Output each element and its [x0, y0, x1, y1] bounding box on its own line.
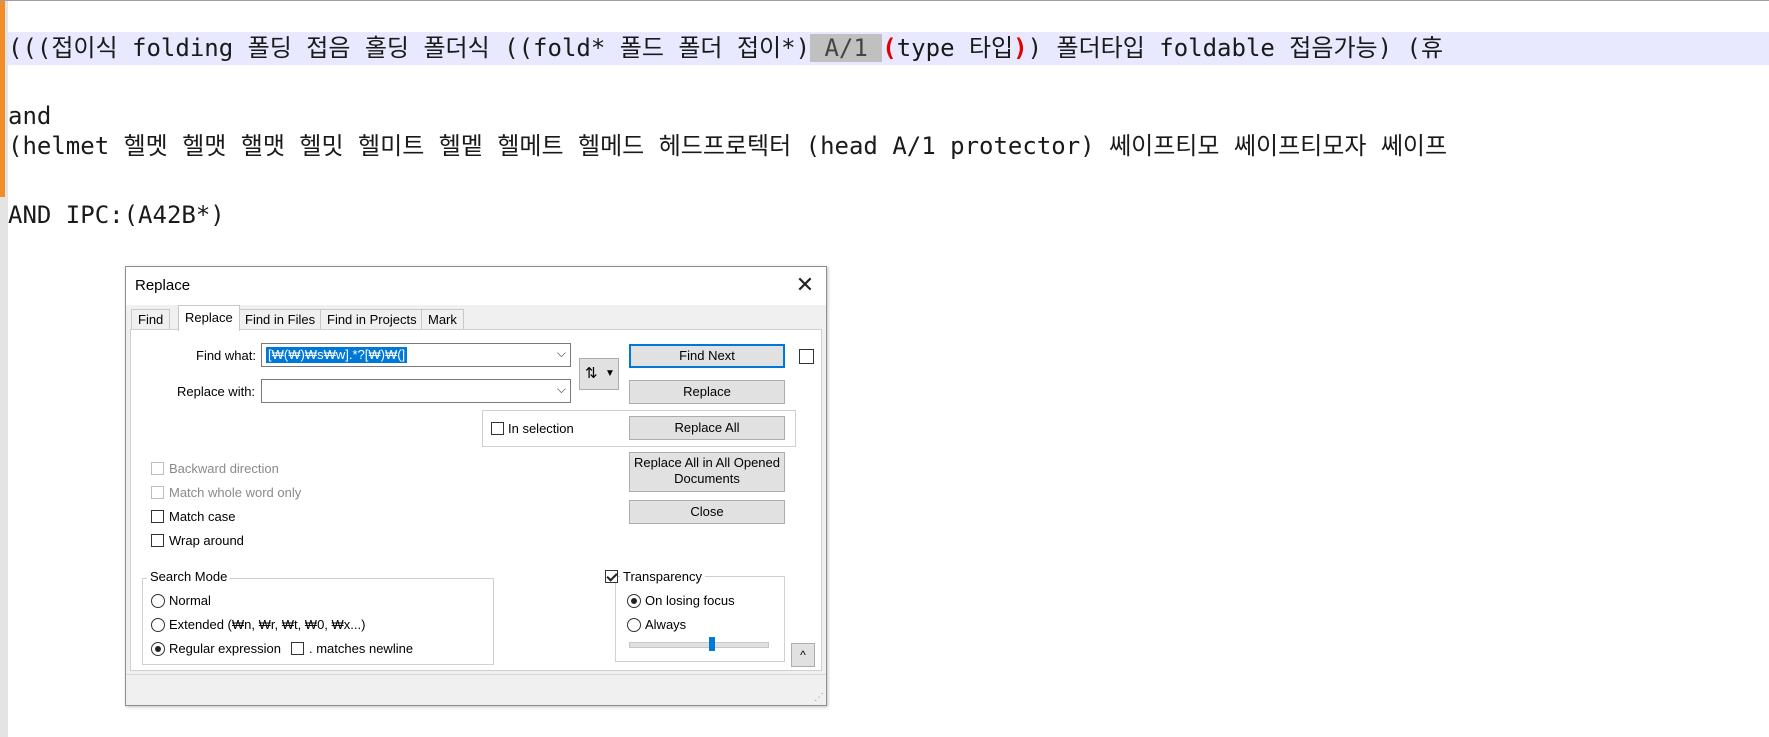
wrap-around-label[interactable]: Wrap around	[169, 533, 244, 548]
replace-with-label: Replace with:	[177, 384, 256, 399]
chevron-down-icon[interactable]: ⌵	[557, 382, 566, 397]
editor-line-1[interactable]: (((접이식 folding 폴딩 접음 홀딩 폴더식 ((fold* 폴드 폴…	[8, 32, 1443, 64]
find-what-value: [₩(₩)₩s₩w].*?[₩)₩(]	[266, 347, 408, 363]
on-losing-focus-radio[interactable]	[627, 594, 641, 608]
replace-panel: Find what: [₩(₩)₩s₩w].*?[₩)₩(] ⌵ Replace…	[130, 329, 822, 671]
regular-expression-radio[interactable]	[151, 642, 165, 656]
swap-find-replace-button[interactable]: ⇅ ▼	[579, 358, 619, 390]
match-case-label[interactable]: Match case	[169, 509, 235, 524]
replace-with-input[interactable]: ⌵	[261, 379, 571, 403]
find-what-input[interactable]: [₩(₩)₩s₩w].*?[₩)₩(] ⌵	[261, 343, 571, 367]
find-what-label: Find what:	[196, 348, 256, 363]
dialog-title: Replace	[135, 277, 191, 294]
transparency-slider[interactable]	[629, 642, 769, 648]
dialog-titlebar[interactable]: Replace ✕	[126, 267, 826, 305]
replace-all-button[interactable]: Replace All	[629, 416, 785, 440]
extended-label[interactable]: Extended (₩n, ₩r, ₩t, ₩0, ₩x...)	[169, 617, 365, 632]
line1-text-post: ) 폴더타입 foldable 접음가능) (휴	[1027, 34, 1444, 62]
always-label[interactable]: Always	[645, 617, 686, 632]
matches-newline-checkbox[interactable]	[291, 642, 304, 655]
transparency-group	[615, 576, 785, 662]
dropdown-triangle-icon[interactable]: ▼	[605, 359, 615, 389]
chevron-down-icon[interactable]: ⌵	[557, 346, 566, 361]
replace-all-opened-button[interactable]: Replace All in All Opened Documents	[629, 452, 785, 492]
change-history-bar	[0, 1, 5, 197]
transparency-slider-thumb[interactable]	[708, 637, 715, 651]
editor-line-3[interactable]: (helmet 헬멧 헬맷 핼맷 헬밋 헬미트 헬멭 헬메트 헬메드 헤드프로텍…	[8, 130, 1447, 162]
normal-radio[interactable]	[151, 594, 165, 608]
normal-label[interactable]: Normal	[169, 593, 211, 608]
wrap-around-checkbox[interactable]	[151, 534, 164, 547]
backward-direction-label: Backward direction	[169, 461, 279, 476]
tab-find[interactable]: Find	[131, 309, 171, 330]
backward-direction-checkbox[interactable]	[151, 462, 164, 475]
close-icon[interactable]: ✕	[792, 272, 818, 298]
editor-line-2[interactable]: and	[8, 100, 51, 132]
match-case-checkbox[interactable]	[151, 510, 164, 523]
search-mode-title: Search Mode	[147, 569, 231, 584]
tab-find-in-projects[interactable]: Find in Projects	[320, 309, 424, 330]
line1-selected-text: A/1	[810, 34, 883, 62]
tab-mark[interactable]: Mark	[421, 309, 464, 330]
find-next-button[interactable]: Find Next	[629, 344, 785, 368]
match-whole-word-checkbox[interactable]	[151, 486, 164, 499]
line1-text-pre: (((접이식 folding 폴딩 접음 홀딩 폴더식 ((fold* 폴드 폴…	[8, 34, 811, 62]
close-button[interactable]: Close	[629, 500, 785, 524]
in-selection-label[interactable]: In selection	[508, 421, 574, 436]
tab-replace[interactable]: Replace	[178, 305, 240, 331]
top-border	[0, 0, 1769, 1]
transparency-title[interactable]: Transparency	[620, 569, 705, 584]
in-selection-checkbox[interactable]	[491, 422, 504, 435]
tab-find-in-files[interactable]: Find in Files	[238, 309, 323, 330]
brace-match-close: )	[1013, 34, 1028, 62]
swap-icon: ⇅	[585, 365, 598, 382]
brace-match-open: (	[882, 34, 897, 62]
replace-button[interactable]: Replace	[629, 380, 785, 404]
extended-radio[interactable]	[151, 618, 165, 632]
dialog-statusbar: ⋰	[126, 674, 826, 705]
matches-newline-label[interactable]: . matches newline	[309, 641, 413, 656]
find-next-option-checkbox[interactable]	[799, 349, 814, 364]
always-radio[interactable]	[627, 618, 641, 632]
resize-grip-icon[interactable]: ⋰	[814, 693, 824, 703]
transparency-checkbox[interactable]	[605, 570, 618, 583]
regular-expression-label[interactable]: Regular expression	[169, 641, 281, 656]
editor-line-4[interactable]: AND IPC:(A42B*)	[8, 199, 225, 231]
collapse-button[interactable]: ^	[791, 643, 815, 667]
match-whole-word-label: Match whole word only	[169, 485, 302, 500]
replace-dialog: Replace ✕ Find Replace Find in Files Fin…	[125, 266, 827, 706]
line1-text-mid: type 타입	[896, 34, 1014, 62]
on-losing-focus-label[interactable]: On losing focus	[645, 593, 735, 608]
